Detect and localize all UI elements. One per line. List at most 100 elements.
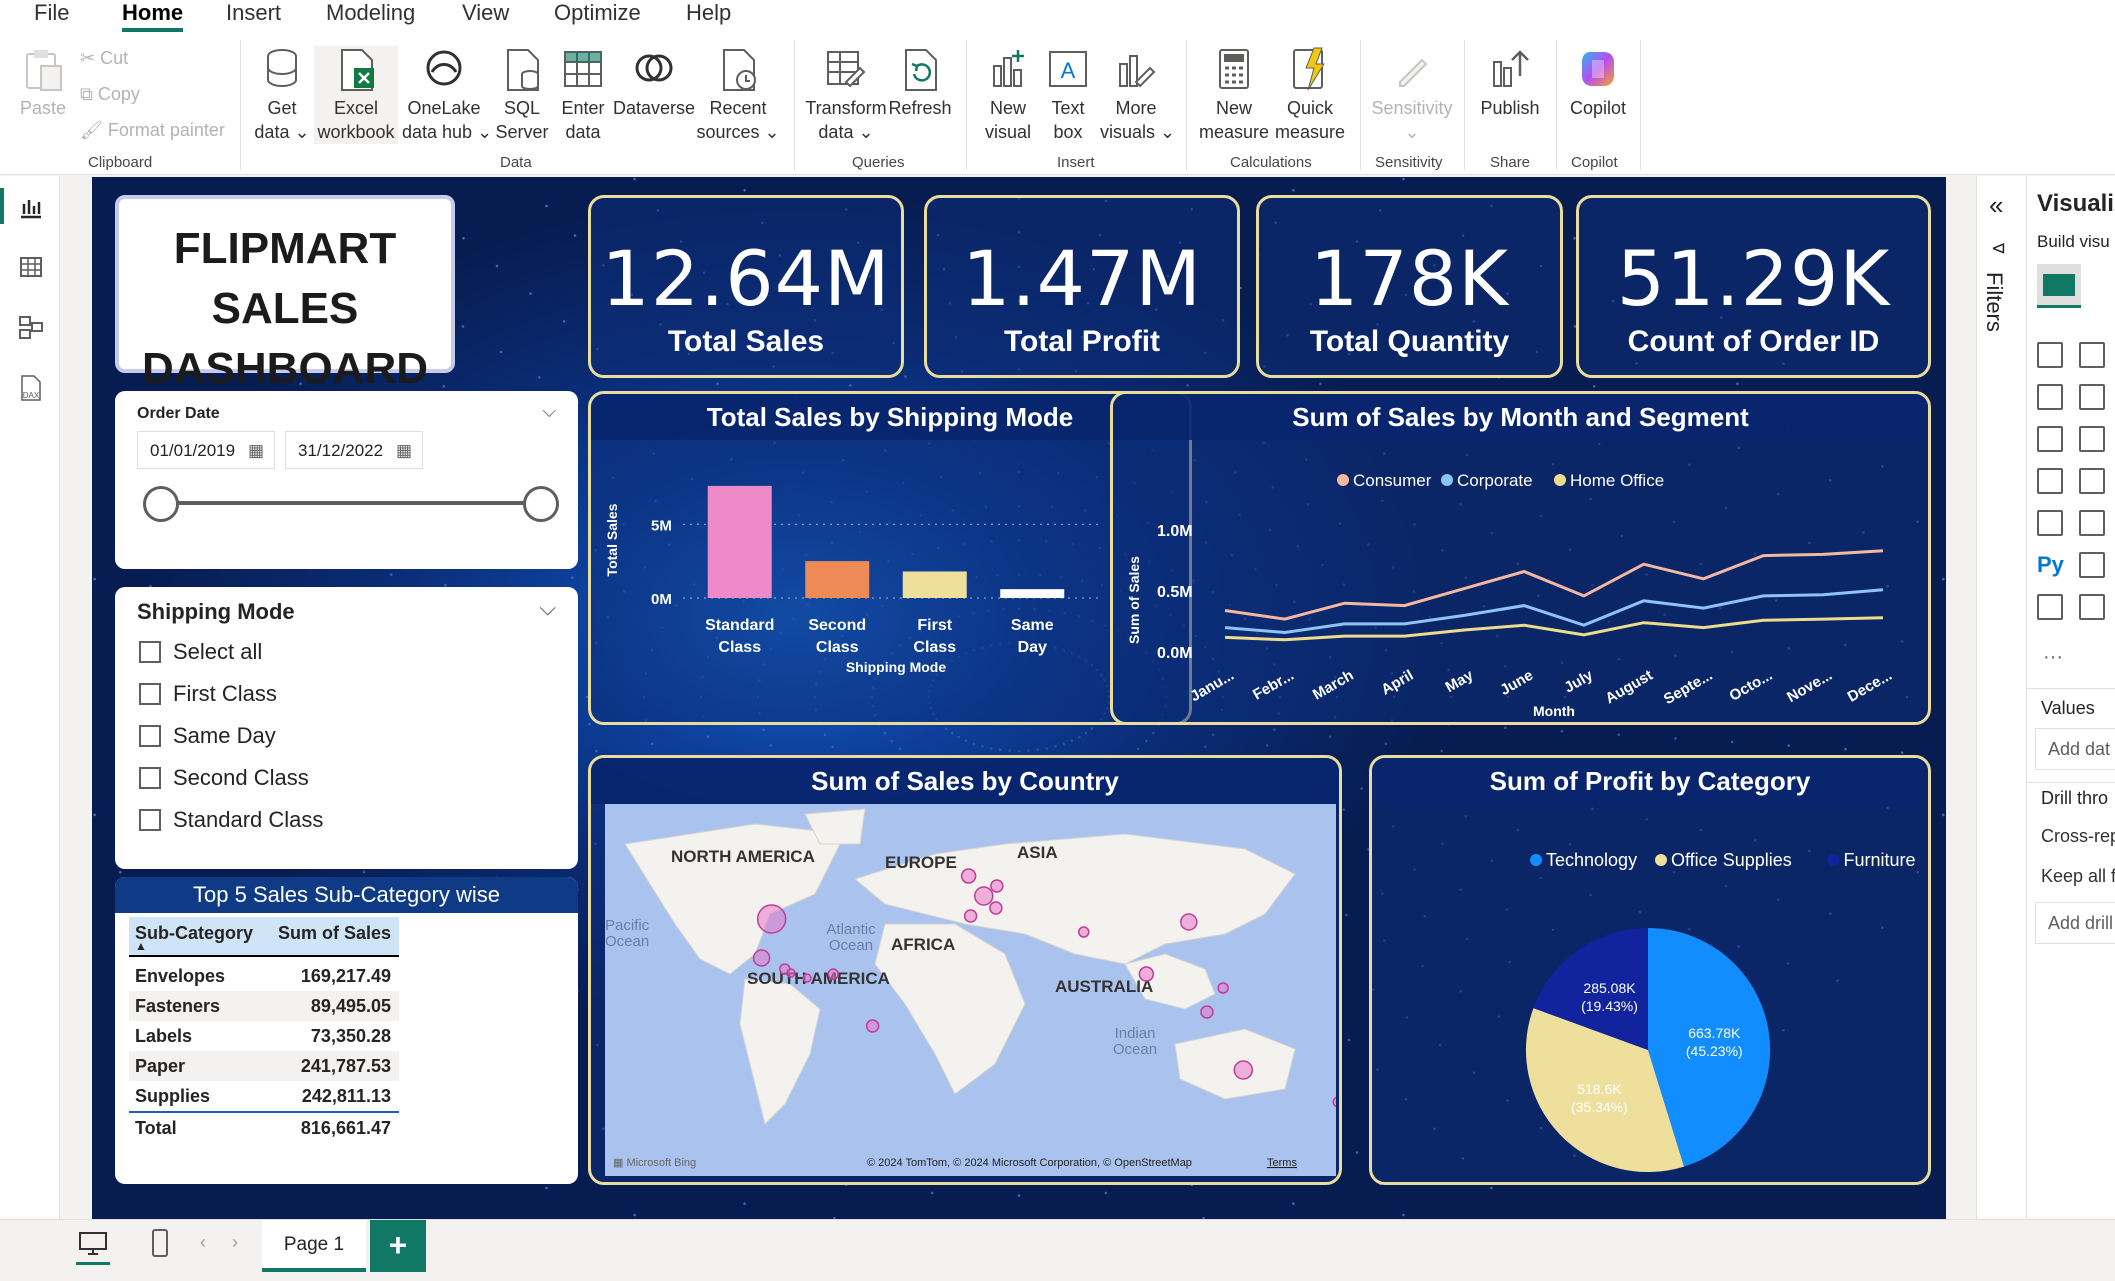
page-tab-1[interactable]: Page 1 [262, 1220, 366, 1272]
date-range-track[interactable] [161, 501, 541, 505]
next-page-icon[interactable]: › [232, 1232, 238, 1253]
selected-visual-type[interactable] [2037, 264, 2081, 308]
copy-button[interactable]: ⧉ Copy [80, 84, 140, 105]
sensitivity-button[interactable]: Sensitivity ⌄ [1368, 46, 1456, 144]
legend-label[interactable]: Corporate [1457, 471, 1533, 490]
onelake-button[interactable]: OneLake data hub ⌄ [402, 46, 492, 144]
checkbox[interactable] [139, 809, 161, 831]
legend-label[interactable]: Consumer [1353, 471, 1432, 490]
line-chart-icon[interactable] [2037, 384, 2063, 410]
model-view-icon[interactable] [18, 314, 44, 340]
refresh-button[interactable]: Refresh [888, 46, 952, 120]
cross-report-toggle[interactable]: Cross-rep [2041, 826, 2115, 847]
desktop-layout-icon[interactable] [78, 1230, 108, 1258]
python-visual-icon[interactable]: Py [2037, 552, 2064, 578]
table-row[interactable]: Paper 241,787.53 [129, 1051, 399, 1081]
menu-insert[interactable]: Insert [226, 0, 281, 26]
legend-label[interactable]: Technology [1546, 850, 1637, 870]
table-row[interactable]: Envelopes 169,217.49 [129, 961, 399, 991]
legend-label[interactable]: Home Office [1570, 471, 1664, 490]
chevron-down-icon[interactable]: ⌵ [542, 401, 556, 422]
transform-data-button[interactable]: Transform data ⌄ [804, 46, 888, 144]
checkbox[interactable] [139, 725, 161, 747]
paste-button[interactable]: Paste [18, 46, 68, 120]
start-date-input[interactable]: 01/01/2019 ▦ [137, 431, 275, 469]
map-bubble[interactable] [1138, 966, 1155, 982]
menu-help[interactable]: Help [686, 0, 731, 26]
calendar-icon[interactable]: ▦ [248, 432, 264, 470]
map-visual[interactable]: Sum of Sales by Country NORTH AMERICA EUR… [588, 755, 1342, 1185]
menu-file[interactable]: File [34, 0, 69, 26]
combo-chart-icon[interactable] [2037, 426, 2063, 452]
column-chart-icon[interactable] [2079, 342, 2105, 368]
more-options-icon[interactable]: ··· [2043, 646, 2063, 669]
previous-page-icon[interactable]: ‹ [200, 1232, 206, 1253]
mobile-layout-icon[interactable] [150, 1228, 170, 1258]
chevron-down-icon[interactable]: ⌵ [539, 595, 556, 621]
map-bubble[interactable] [963, 909, 978, 923]
checkbox[interactable] [139, 641, 161, 663]
bar-chart-visual[interactable]: Total Sales by Shipping Mode Total Sales… [588, 391, 1192, 725]
map-bubble[interactable] [1233, 1060, 1254, 1080]
kpi-icon[interactable] [2079, 510, 2105, 536]
table-row[interactable]: Fasteners 89,495.05 [129, 991, 399, 1021]
map-bubble[interactable] [974, 886, 994, 906]
world-map[interactable]: NORTH AMERICA EUROPE ASIA AFRICASOUTH AMERI… [605, 804, 1336, 1176]
dataverse-button[interactable]: Dataverse [612, 46, 696, 120]
line-chart-visual[interactable]: Sum of Sales by Month and Segment Consum… [1110, 391, 1931, 725]
map-bubble[interactable] [1200, 1005, 1214, 1019]
cut-button[interactable]: ✂ Cut [80, 48, 128, 69]
slicer-item-select-all[interactable]: Select all [173, 639, 262, 665]
add-data-field[interactable]: Add dat [2035, 728, 2115, 770]
slicer-item-second-class[interactable]: Second Class [173, 765, 309, 791]
dax-query-icon[interactable]: DAX [16, 374, 46, 402]
recent-sources-button[interactable]: Recent sources ⌄ [696, 46, 780, 144]
map-bubble[interactable] [1180, 913, 1198, 931]
add-drill-field[interactable]: Add drill [2035, 902, 2115, 944]
end-date-input[interactable]: 31/12/2022 ▦ [285, 431, 423, 469]
table-row[interactable]: Supplies 242,811.13 [129, 1081, 399, 1111]
smart-narrative-icon[interactable] [2079, 552, 2105, 578]
table-icon[interactable] [2037, 510, 2063, 536]
slicer-item-standard-class[interactable]: Standard Class [173, 807, 323, 833]
map-terms-link[interactable]: Terms [1267, 1157, 1297, 1169]
map-bubble[interactable] [786, 968, 796, 978]
checkbox[interactable] [139, 683, 161, 705]
publish-button[interactable]: Publish [1476, 46, 1544, 120]
sql-server-button[interactable]: SQL Server [494, 46, 550, 144]
line-series[interactable] [1224, 616, 1884, 642]
ribbon-chart-icon[interactable] [2079, 426, 2105, 452]
checkbox[interactable] [139, 767, 161, 789]
column-header-subcategory[interactable]: Sub-Category [135, 923, 253, 944]
date-range-end-handle[interactable] [523, 486, 559, 522]
paginated-report-icon[interactable] [2037, 594, 2063, 620]
get-data-button[interactable]: Get data ⌄ [252, 46, 312, 144]
map-bubble[interactable] [752, 949, 771, 967]
legend-label[interactable]: Office Supplies [1671, 850, 1792, 870]
area-chart-icon[interactable] [2079, 384, 2105, 410]
slicer-item-same-day[interactable]: Same Day [173, 723, 276, 749]
map-icon[interactable] [2079, 468, 2105, 494]
more-visuals-button[interactable]: More visuals ⌄ [1100, 46, 1175, 144]
add-page-button[interactable]: + [370, 1220, 426, 1272]
enter-data-button[interactable]: Enter data [556, 46, 610, 144]
date-range-start-handle[interactable] [143, 486, 179, 522]
format-painter-button[interactable]: 🖌 Format painter [80, 120, 225, 141]
pie-chart-visual[interactable]: Sum of Profit by Category Technology Offi… [1369, 755, 1931, 1185]
map-bubble[interactable] [802, 973, 812, 983]
table-row[interactable]: Labels 73,350.28 [129, 1021, 399, 1051]
menu-home[interactable]: Home [122, 0, 184, 32]
menu-modeling[interactable]: Modeling [326, 0, 415, 26]
filters-pane[interactable]: « ⊲ Filters [1976, 176, 2026, 1231]
collapse-chevrons-icon[interactable]: « [1989, 190, 2003, 221]
copilot-button[interactable]: Copilot [1564, 46, 1632, 120]
bar[interactable] [707, 485, 772, 598]
text-box-button[interactable]: A Text box [1040, 46, 1096, 144]
legend-label[interactable]: Furniture [1844, 850, 1916, 870]
menu-view[interactable]: View [462, 0, 509, 26]
calendar-icon[interactable]: ▦ [396, 432, 412, 470]
map-bubble[interactable] [1217, 982, 1229, 994]
map-bubble[interactable] [756, 904, 787, 934]
map-bubble[interactable] [865, 1019, 880, 1033]
map-bubble[interactable] [1077, 926, 1090, 938]
